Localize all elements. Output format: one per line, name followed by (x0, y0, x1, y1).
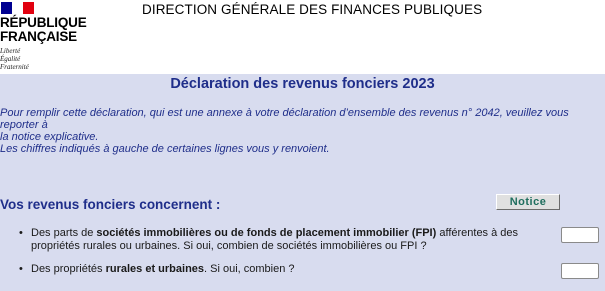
french-flag-logo (1, 2, 34, 14)
notice-button[interactable]: Notice (496, 194, 560, 210)
question-sci-fpi: Des parts de sociétés immobilières ou de… (31, 227, 519, 252)
section-title: Vos revenus fonciers concernent : (0, 197, 221, 212)
page-header: RÉPUBLIQUE FRANÇAISE Liberté Égalité Fra… (0, 0, 605, 74)
property-count-input[interactable] (561, 263, 599, 279)
republique-logo-text: RÉPUBLIQUE (0, 15, 87, 30)
agency-title: DIRECTION GÉNÉRALE DES FINANCES PUBLIQUE… (142, 2, 483, 17)
motto-egalite: Égalité (0, 55, 21, 63)
sci-fpi-count-input[interactable] (561, 227, 599, 243)
bullet-icon: • (19, 227, 23, 239)
form-panel: Déclaration des revenus fonciers 2023 Po… (0, 74, 605, 291)
francaise-logo-text: FRANÇAISE (0, 29, 77, 44)
intro-line: Pour remplir cette déclaration, qui est … (0, 107, 569, 131)
form-title: Déclaration des revenus fonciers 2023 (170, 76, 435, 92)
intro-text: Pour remplir cette déclaration, qui est … (0, 107, 600, 155)
bullet-icon: • (19, 263, 23, 275)
motto-fraternite: Fraternité (0, 63, 29, 71)
question-rural-urban: Des propriétés rurales et urbaines. Si o… (31, 263, 295, 275)
intro-line: Les chiffres indiqués à gauche de certai… (0, 143, 330, 155)
intro-line: la notice explicative. (0, 131, 99, 143)
motto-liberte: Liberté (0, 47, 21, 55)
